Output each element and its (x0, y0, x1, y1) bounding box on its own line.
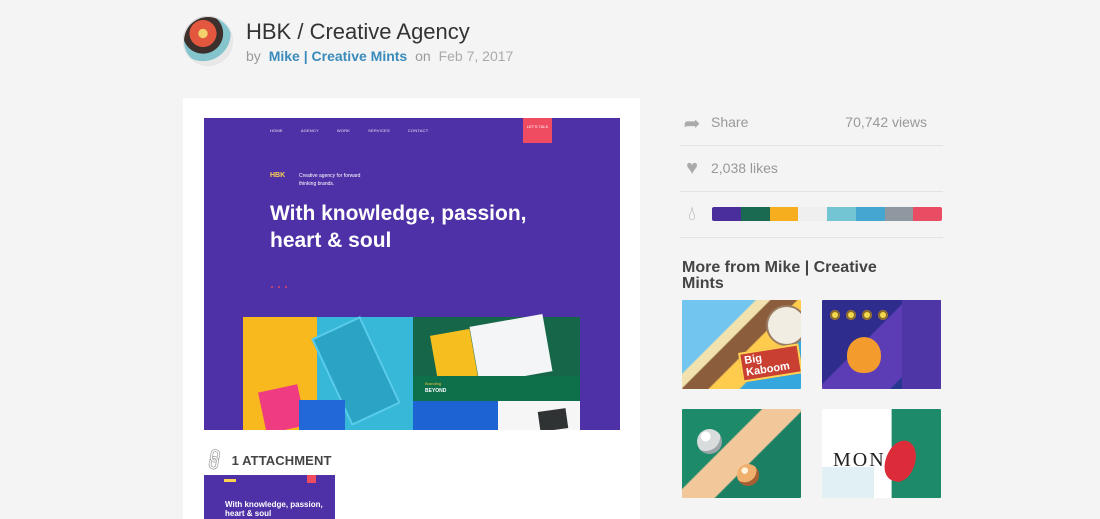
byline: by Mike | Creative Mints on Feb 7, 2017 (246, 48, 513, 64)
mockup-blue-block (413, 401, 498, 430)
shot-nav-home: HOME (270, 128, 283, 133)
attachment-thumbnail[interactable]: With knowledge, passion, heart & soul (204, 475, 335, 519)
byline-on: on (415, 48, 431, 64)
more-shot-tile[interactable]: Big Kaboom (682, 300, 801, 389)
creature-illustration (847, 337, 881, 373)
mockup-blue-card (299, 400, 345, 430)
author-avatar[interactable] (183, 16, 233, 66)
more-shot-tile[interactable] (682, 409, 801, 498)
shot-header: HBK / Creative Agency by Mike | Creative… (183, 16, 703, 68)
palette-swatch[interactable] (712, 207, 741, 221)
shot-branding-label: Branding (425, 381, 442, 386)
sidebar: ➦ Share 70,742 views ♥ 2,038 likes 💧︎ Mo… (680, 100, 943, 498)
author-link[interactable]: Mike | Creative Mints (269, 48, 408, 64)
shot-nav: HOME AGENCY WORK SERVICES CONTACT (270, 128, 428, 133)
attachment-thumb-cta (307, 475, 316, 483)
shot-tagline: Creative agency for forward thinking bra… (299, 173, 361, 187)
shot-brand: HBK (270, 172, 286, 179)
more-from-title: More from Mike | Creative Mints (682, 259, 877, 292)
attachments-label: 1 ATTACHMENT (231, 452, 332, 468)
share-row[interactable]: ➦ Share 70,742 views (680, 100, 943, 146)
shot-nav-work: WORK (336, 128, 351, 133)
views-count: 70,742 views (845, 114, 927, 130)
shot-card: HOME AGENCY WORK SERVICES CONTACT LET'S … (183, 98, 640, 519)
shot-nav-contact: CONTACT (407, 128, 429, 133)
game-orb-icon (862, 310, 872, 320)
publish-date: Feb 7, 2017 (438, 48, 514, 64)
attachment-thumb-headline: With knowledge, passion, heart & soul (225, 500, 323, 518)
color-palette-row: 💧︎ (680, 192, 943, 238)
bronze-ball-illustration (737, 464, 759, 486)
palette-swatch[interactable] (769, 207, 799, 221)
game-orb-icon (846, 310, 856, 320)
color-palette[interactable] (712, 207, 942, 221)
share-label: Share (711, 114, 749, 130)
shot-headline: With knowledge, passion, heart & soul (270, 202, 527, 252)
palette-swatch[interactable] (913, 207, 942, 221)
game-orb-icon (830, 310, 840, 320)
page-title: HBK / Creative Agency (246, 19, 470, 44)
likes-count: 2,038 likes (711, 160, 778, 176)
shot-nav-agency: AGENCY (300, 128, 319, 133)
main-shot-image[interactable]: HOME AGENCY WORK SERVICES CONTACT LET'S … (204, 118, 620, 430)
paperclip-icon: 🔗︎ (200, 445, 229, 474)
mockup-dark-card (537, 408, 569, 430)
share-icon: ➦ (683, 113, 701, 135)
more-shot-tile[interactable]: MONO (822, 409, 941, 498)
shot-beyond-label: BEYOND (425, 388, 447, 394)
big-kaboom-badge: Big Kaboom (738, 343, 801, 383)
target-wheel-illustration (766, 305, 801, 346)
red-petal-illustration (879, 436, 922, 486)
game-orb-icon (878, 310, 888, 320)
slider-dots (271, 286, 287, 288)
palette-swatch[interactable] (884, 207, 914, 221)
more-shots-grid: Big Kaboom MONO (682, 300, 942, 498)
palette-swatch[interactable] (827, 207, 856, 221)
game-side-panel (902, 300, 941, 389)
shot-cta: LET'S TALK (523, 118, 552, 143)
heart-icon: ♥ (686, 157, 698, 179)
palette-swatch[interactable] (740, 207, 770, 221)
byline-by: by (246, 48, 261, 64)
more-shot-tile[interactable] (822, 300, 941, 389)
drop-icon: 💧︎ (688, 203, 696, 225)
palette-swatch[interactable] (855, 207, 885, 221)
silver-ball-illustration (697, 429, 722, 454)
palette-swatch[interactable] (798, 207, 827, 221)
shot-nav-services: SERVICES (368, 128, 390, 133)
attachment-thumb-logo (224, 479, 236, 482)
attachments-header: 🔗︎ 1 ATTACHMENT (200, 446, 332, 474)
likes-row[interactable]: ♥ 2,038 likes (680, 146, 943, 192)
